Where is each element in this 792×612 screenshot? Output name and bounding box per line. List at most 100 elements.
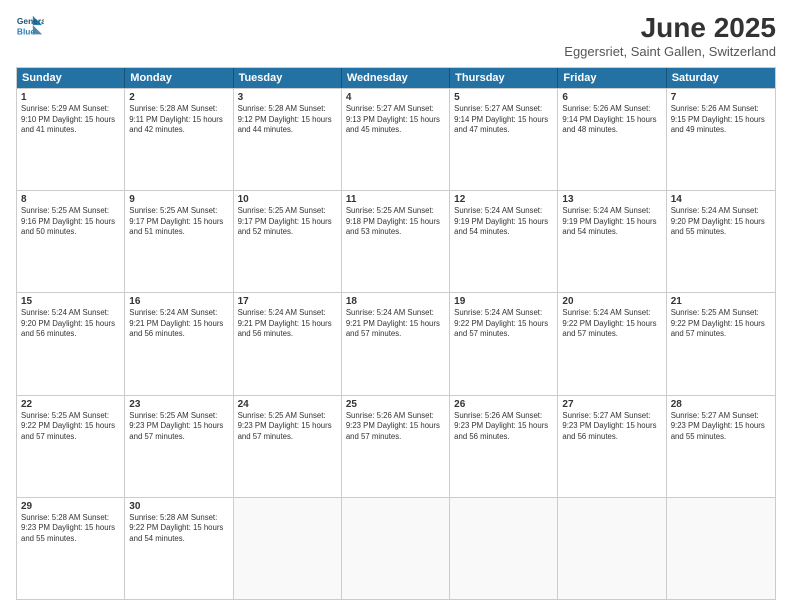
day-number: 20 xyxy=(562,296,661,307)
day-info: Sunrise: 5:24 AM Sunset: 9:19 PM Dayligh… xyxy=(562,206,661,238)
day-number: 12 xyxy=(454,194,553,205)
calendar-cell-2-3: 18Sunrise: 5:24 AM Sunset: 9:21 PM Dayli… xyxy=(342,293,450,394)
subtitle: Eggersriet, Saint Gallen, Switzerland xyxy=(564,44,776,59)
day-info: Sunrise: 5:27 AM Sunset: 9:23 PM Dayligh… xyxy=(562,411,661,443)
day-info: Sunrise: 5:24 AM Sunset: 9:20 PM Dayligh… xyxy=(671,206,771,238)
day-info: Sunrise: 5:25 AM Sunset: 9:17 PM Dayligh… xyxy=(238,206,337,238)
day-info: Sunrise: 5:26 AM Sunset: 9:15 PM Dayligh… xyxy=(671,104,771,136)
calendar-cell-1-0: 8Sunrise: 5:25 AM Sunset: 9:16 PM Daylig… xyxy=(17,191,125,292)
day-info: Sunrise: 5:24 AM Sunset: 9:21 PM Dayligh… xyxy=(129,308,228,340)
day-info: Sunrise: 5:27 AM Sunset: 9:14 PM Dayligh… xyxy=(454,104,553,136)
weekday-wednesday: Wednesday xyxy=(342,68,450,88)
day-number: 26 xyxy=(454,399,553,410)
calendar-cell-1-4: 12Sunrise: 5:24 AM Sunset: 9:19 PM Dayli… xyxy=(450,191,558,292)
day-info: Sunrise: 5:27 AM Sunset: 9:13 PM Dayligh… xyxy=(346,104,445,136)
main-title: June 2025 xyxy=(564,12,776,44)
calendar-cell-3-1: 23Sunrise: 5:25 AM Sunset: 9:23 PM Dayli… xyxy=(125,396,233,497)
day-number: 22 xyxy=(21,399,120,410)
calendar-cell-1-6: 14Sunrise: 5:24 AM Sunset: 9:20 PM Dayli… xyxy=(667,191,775,292)
day-number: 4 xyxy=(346,92,445,103)
day-number: 1 xyxy=(21,92,120,103)
calendar-cell-3-0: 22Sunrise: 5:25 AM Sunset: 9:22 PM Dayli… xyxy=(17,396,125,497)
day-number: 10 xyxy=(238,194,337,205)
calendar-cell-0-5: 6Sunrise: 5:26 AM Sunset: 9:14 PM Daylig… xyxy=(558,89,666,190)
calendar: Sunday Monday Tuesday Wednesday Thursday… xyxy=(16,67,776,600)
day-info: Sunrise: 5:26 AM Sunset: 9:14 PM Dayligh… xyxy=(562,104,661,136)
day-number: 15 xyxy=(21,296,120,307)
day-info: Sunrise: 5:26 AM Sunset: 9:23 PM Dayligh… xyxy=(454,411,553,443)
day-number: 3 xyxy=(238,92,337,103)
day-info: Sunrise: 5:28 AM Sunset: 9:23 PM Dayligh… xyxy=(21,513,120,545)
page: General Blue June 2025 Eggersriet, Saint… xyxy=(0,0,792,612)
day-info: Sunrise: 5:24 AM Sunset: 9:19 PM Dayligh… xyxy=(454,206,553,238)
title-block: June 2025 Eggersriet, Saint Gallen, Swit… xyxy=(564,12,776,59)
calendar-cell-1-5: 13Sunrise: 5:24 AM Sunset: 9:19 PM Dayli… xyxy=(558,191,666,292)
calendar-cell-0-6: 7Sunrise: 5:26 AM Sunset: 9:15 PM Daylig… xyxy=(667,89,775,190)
svg-text:General: General xyxy=(17,16,44,26)
weekday-sunday: Sunday xyxy=(17,68,125,88)
day-info: Sunrise: 5:25 AM Sunset: 9:23 PM Dayligh… xyxy=(238,411,337,443)
day-number: 17 xyxy=(238,296,337,307)
calendar-cell-2-5: 20Sunrise: 5:24 AM Sunset: 9:22 PM Dayli… xyxy=(558,293,666,394)
day-info: Sunrise: 5:27 AM Sunset: 9:23 PM Dayligh… xyxy=(671,411,771,443)
calendar-cell-2-0: 15Sunrise: 5:24 AM Sunset: 9:20 PM Dayli… xyxy=(17,293,125,394)
calendar-body: 1Sunrise: 5:29 AM Sunset: 9:10 PM Daylig… xyxy=(17,88,775,599)
day-number: 21 xyxy=(671,296,771,307)
calendar-cell-1-3: 11Sunrise: 5:25 AM Sunset: 9:18 PM Dayli… xyxy=(342,191,450,292)
logo: General Blue xyxy=(16,12,44,40)
day-number: 6 xyxy=(562,92,661,103)
day-info: Sunrise: 5:25 AM Sunset: 9:22 PM Dayligh… xyxy=(671,308,771,340)
calendar-cell-3-3: 25Sunrise: 5:26 AM Sunset: 9:23 PM Dayli… xyxy=(342,396,450,497)
day-number: 16 xyxy=(129,296,228,307)
calendar-cell-0-4: 5Sunrise: 5:27 AM Sunset: 9:14 PM Daylig… xyxy=(450,89,558,190)
calendar-cell-2-6: 21Sunrise: 5:25 AM Sunset: 9:22 PM Dayli… xyxy=(667,293,775,394)
day-info: Sunrise: 5:24 AM Sunset: 9:21 PM Dayligh… xyxy=(346,308,445,340)
day-number: 25 xyxy=(346,399,445,410)
calendar-cell-4-3 xyxy=(342,498,450,599)
calendar-row-3: 15Sunrise: 5:24 AM Sunset: 9:20 PM Dayli… xyxy=(17,292,775,394)
day-number: 7 xyxy=(671,92,771,103)
weekday-friday: Friday xyxy=(558,68,666,88)
day-number: 11 xyxy=(346,194,445,205)
day-info: Sunrise: 5:26 AM Sunset: 9:23 PM Dayligh… xyxy=(346,411,445,443)
day-info: Sunrise: 5:28 AM Sunset: 9:22 PM Dayligh… xyxy=(129,513,228,545)
day-info: Sunrise: 5:25 AM Sunset: 9:17 PM Dayligh… xyxy=(129,206,228,238)
calendar-cell-4-2 xyxy=(234,498,342,599)
calendar-row-2: 8Sunrise: 5:25 AM Sunset: 9:16 PM Daylig… xyxy=(17,190,775,292)
day-info: Sunrise: 5:29 AM Sunset: 9:10 PM Dayligh… xyxy=(21,104,120,136)
calendar-header: Sunday Monday Tuesday Wednesday Thursday… xyxy=(17,68,775,88)
calendar-cell-0-0: 1Sunrise: 5:29 AM Sunset: 9:10 PM Daylig… xyxy=(17,89,125,190)
calendar-cell-3-2: 24Sunrise: 5:25 AM Sunset: 9:23 PM Dayli… xyxy=(234,396,342,497)
calendar-cell-4-5 xyxy=(558,498,666,599)
day-number: 29 xyxy=(21,501,120,512)
day-number: 23 xyxy=(129,399,228,410)
logo-icon: General Blue xyxy=(16,12,44,40)
day-number: 30 xyxy=(129,501,228,512)
calendar-cell-4-1: 30Sunrise: 5:28 AM Sunset: 9:22 PM Dayli… xyxy=(125,498,233,599)
day-info: Sunrise: 5:24 AM Sunset: 9:20 PM Dayligh… xyxy=(21,308,120,340)
day-number: 19 xyxy=(454,296,553,307)
day-info: Sunrise: 5:24 AM Sunset: 9:22 PM Dayligh… xyxy=(454,308,553,340)
day-info: Sunrise: 5:25 AM Sunset: 9:22 PM Dayligh… xyxy=(21,411,120,443)
calendar-cell-1-1: 9Sunrise: 5:25 AM Sunset: 9:17 PM Daylig… xyxy=(125,191,233,292)
calendar-row-1: 1Sunrise: 5:29 AM Sunset: 9:10 PM Daylig… xyxy=(17,88,775,190)
day-info: Sunrise: 5:24 AM Sunset: 9:21 PM Dayligh… xyxy=(238,308,337,340)
day-info: Sunrise: 5:25 AM Sunset: 9:16 PM Dayligh… xyxy=(21,206,120,238)
calendar-row-5: 29Sunrise: 5:28 AM Sunset: 9:23 PM Dayli… xyxy=(17,497,775,599)
calendar-cell-4-0: 29Sunrise: 5:28 AM Sunset: 9:23 PM Dayli… xyxy=(17,498,125,599)
header: General Blue June 2025 Eggersriet, Saint… xyxy=(16,12,776,59)
calendar-cell-2-2: 17Sunrise: 5:24 AM Sunset: 9:21 PM Dayli… xyxy=(234,293,342,394)
calendar-cell-0-2: 3Sunrise: 5:28 AM Sunset: 9:12 PM Daylig… xyxy=(234,89,342,190)
calendar-cell-4-6 xyxy=(667,498,775,599)
weekday-saturday: Saturday xyxy=(667,68,775,88)
day-number: 28 xyxy=(671,399,771,410)
weekday-thursday: Thursday xyxy=(450,68,558,88)
day-number: 24 xyxy=(238,399,337,410)
calendar-cell-1-2: 10Sunrise: 5:25 AM Sunset: 9:17 PM Dayli… xyxy=(234,191,342,292)
calendar-cell-2-1: 16Sunrise: 5:24 AM Sunset: 9:21 PM Dayli… xyxy=(125,293,233,394)
day-number: 13 xyxy=(562,194,661,205)
day-number: 14 xyxy=(671,194,771,205)
calendar-cell-3-6: 28Sunrise: 5:27 AM Sunset: 9:23 PM Dayli… xyxy=(667,396,775,497)
calendar-cell-3-5: 27Sunrise: 5:27 AM Sunset: 9:23 PM Dayli… xyxy=(558,396,666,497)
day-info: Sunrise: 5:25 AM Sunset: 9:18 PM Dayligh… xyxy=(346,206,445,238)
